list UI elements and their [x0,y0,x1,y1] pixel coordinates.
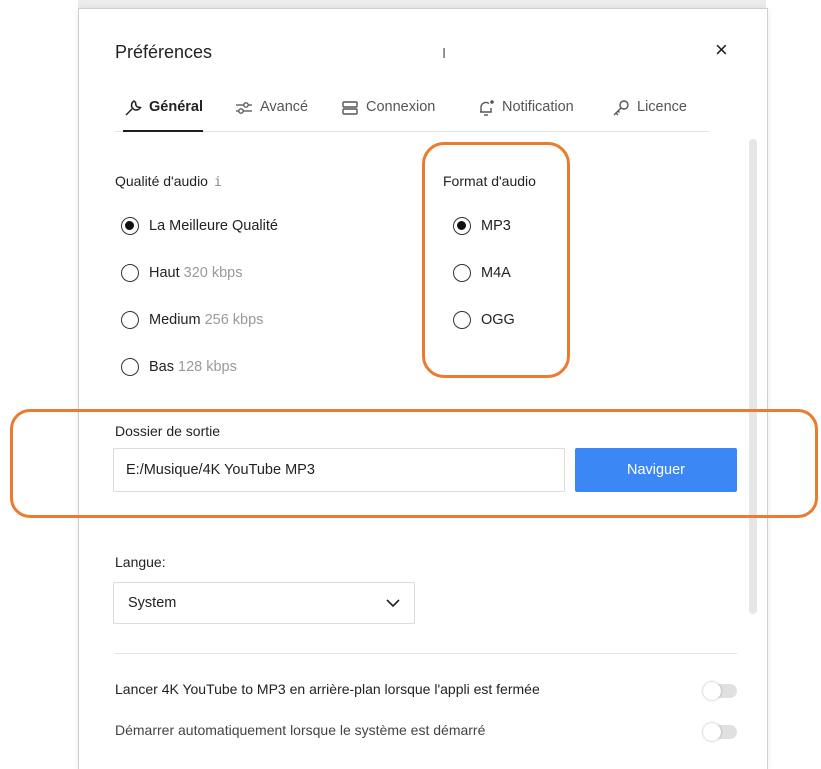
key-icon [613,100,629,116]
quality-option-high[interactable]: Haut 320 kbps [121,264,243,282]
quality-label-text: Qualité d'audio [115,173,208,189]
tab-advanced[interactable]: Avancé [234,99,308,131]
language-value: System [128,595,177,611]
tab-label: Notification [502,99,574,115]
format-option-m4a[interactable]: M4A [453,264,511,282]
dialog-title: Préférences [115,42,213,62]
tab-label: Licence [637,99,687,115]
text-cursor-icon: I [442,45,447,62]
option-bitrate: 320 kbps [183,265,243,281]
radio-button[interactable] [453,311,471,329]
option-label: M4A [481,265,511,281]
bell-icon [480,100,494,116]
tab-label: Connexion [366,99,436,115]
option-label: La Meilleure Qualité [149,218,278,234]
radio-button[interactable] [453,264,471,282]
info-icon[interactable]: i [214,175,222,190]
format-label: Format d'audio [443,173,536,189]
background-run-label: Lancer 4K YouTube to MP3 en arrière-plan… [115,681,540,697]
tab-connection[interactable]: Connexion [340,99,435,131]
option-bitrate: 128 kbps [178,359,237,375]
sliders-icon [236,102,252,114]
browse-button[interactable]: Naviguer [575,448,737,492]
language-select[interactable]: System [113,582,415,624]
output-path-input[interactable] [113,448,565,492]
radio-button[interactable] [121,217,139,235]
preferences-dialog: Préférences I × Général Avancé Connexion [78,8,768,769]
tab-label: Général [149,99,203,115]
format-option-ogg[interactable]: OGG [453,311,515,329]
language-label: Langue: [115,554,166,570]
divider [115,653,737,654]
radio-button[interactable] [121,264,139,282]
option-label: OGG [481,312,515,328]
chevron-down-icon [386,599,400,608]
option-label: Haut [149,265,180,281]
output-folder-label: Dossier de sortie [115,423,221,439]
tab-license[interactable]: Licence [611,99,687,131]
server-icon [342,101,358,115]
autostart-toggle[interactable] [703,723,737,741]
radio-button[interactable] [121,358,139,376]
option-bitrate: 256 kbps [204,312,264,328]
autostart-label: Démarrer automatiquement lorsque le syst… [115,722,486,738]
quality-option-best[interactable]: La Meilleure Qualité [121,217,278,235]
format-option-mp3[interactable]: MP3 [453,217,511,235]
radio-button[interactable] [453,217,471,235]
quality-option-medium[interactable]: Medium 256 kbps [121,311,263,329]
tab-general[interactable]: Général [123,99,203,132]
tab-notification[interactable]: Notification [476,99,574,131]
background-run-toggle[interactable] [703,682,737,700]
option-label: MP3 [481,218,511,234]
scrollbar[interactable] [749,139,757,614]
close-icon[interactable]: × [715,39,728,61]
tab-label: Avancé [260,99,309,115]
quality-option-low[interactable]: Bas 128 kbps [121,358,237,376]
radio-button[interactable] [121,311,139,329]
option-label: Medium [149,312,201,328]
wrench-icon [125,100,142,116]
option-label: Bas [149,359,174,375]
quality-label: Qualité d'audio i [115,173,222,190]
tab-bar: Général Avancé Connexion Notification Li… [115,91,709,132]
